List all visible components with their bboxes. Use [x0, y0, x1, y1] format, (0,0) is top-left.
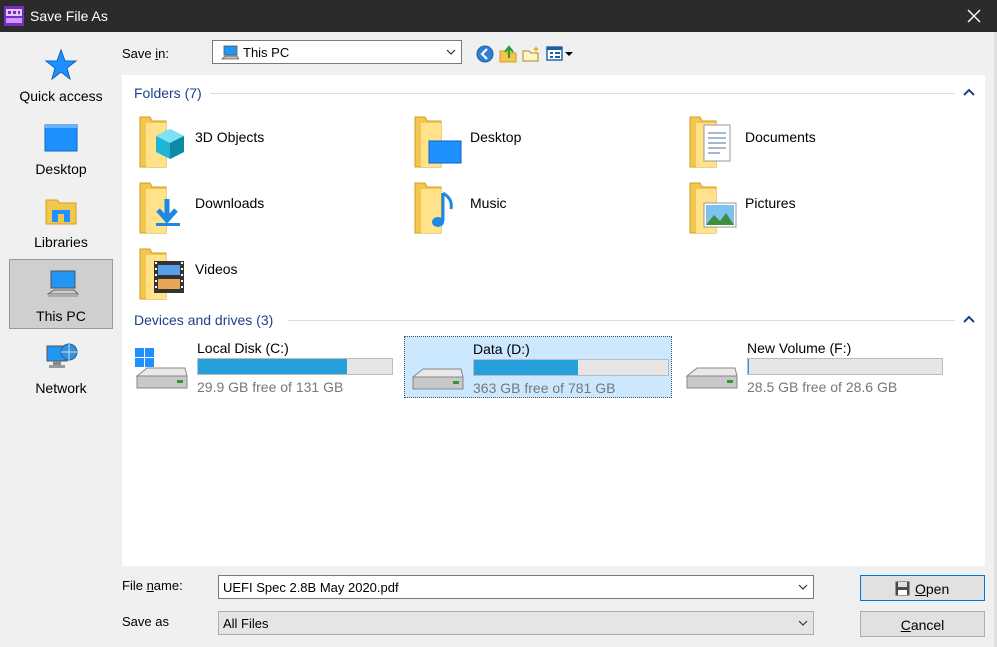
up-folder-button[interactable] [498, 44, 520, 64]
folder-name: Music [470, 195, 507, 211]
folder-name: Downloads [195, 195, 265, 211]
videos-folder-icon [138, 243, 188, 303]
places-bar: Quick access Desktop Libraries This PC N… [6, 40, 118, 396]
file-list-view[interactable]: Folders (7) 3D Objects Desktop Documents… [122, 75, 985, 566]
view-menu-button[interactable] [545, 44, 575, 64]
computer-icon [45, 268, 80, 302]
save-in-value: This PC [243, 45, 290, 60]
drives-group-header[interactable]: Devices and drives (3) [134, 312, 273, 328]
close-icon [967, 9, 981, 23]
folder-item[interactable]: Videos [122, 243, 392, 305]
hex-editor-app-icon [4, 6, 24, 26]
close-button[interactable] [951, 0, 997, 32]
place-libraries[interactable]: Libraries [9, 186, 113, 256]
drive-icon [683, 346, 739, 394]
cancel-button-label: Cancel [900, 617, 945, 633]
drive-name: Local Disk (C:) [197, 340, 289, 356]
cancel-button[interactable]: Cancel [860, 611, 985, 637]
network-icon [44, 340, 78, 374]
computer-icon [221, 45, 239, 60]
save-in-label: Save in: [122, 46, 169, 61]
window-title: Save File As [30, 8, 108, 24]
back-button[interactable] [475, 44, 497, 64]
drive-item-f[interactable]: New Volume (F:) 28.5 GB free of 28.6 GB [679, 336, 947, 398]
title-bar: Save File As [0, 0, 997, 32]
drive-usage-fill [748, 359, 749, 374]
place-label: This PC [36, 308, 86, 324]
drive-icon [409, 347, 465, 395]
new-folder-button[interactable] [521, 44, 543, 64]
group-divider [288, 320, 955, 321]
file-name-label: File name: [122, 578, 183, 593]
drive-usage-fill [474, 360, 578, 375]
folder-item[interactable]: 3D Objects [122, 111, 392, 173]
folders-group-header[interactable]: Folders (7) [134, 85, 202, 101]
desktop-folder-icon [413, 111, 463, 171]
folder-name: Videos [195, 261, 238, 277]
folder-name: Documents [745, 129, 816, 145]
folder-name: 3D Objects [195, 129, 265, 145]
music-folder-icon [413, 177, 463, 237]
drive-free-space: 29.9 GB free of 131 GB [197, 379, 344, 395]
drive-name: New Volume (F:) [747, 340, 852, 356]
place-quick-access[interactable]: Quick access [9, 40, 113, 110]
pictures-folder-icon [688, 177, 738, 237]
windows-drive-icon [133, 346, 189, 394]
folder-item[interactable]: Pictures [672, 177, 942, 239]
floppy-disk-icon [895, 581, 910, 596]
drive-free-space: 28.5 GB free of 28.6 GB [747, 379, 898, 395]
place-label: Quick access [19, 88, 103, 104]
place-network[interactable]: Network [9, 332, 113, 402]
drive-usage-bar [197, 358, 393, 375]
downloads-folder-icon [138, 177, 188, 237]
file-name-combo[interactable] [218, 575, 814, 599]
drive-usage-bar [747, 358, 943, 375]
folder-item[interactable]: Documents [672, 111, 942, 173]
3d-objects-folder-icon [138, 111, 188, 171]
drive-free-space: 363 GB free of 781 GB [473, 380, 616, 396]
new-folder-icon [522, 46, 539, 62]
view-menu-icon [546, 46, 573, 61]
place-this-pc[interactable]: This PC [9, 259, 113, 329]
open-button-label: Open [915, 581, 950, 597]
chevron-down-icon[interactable] [797, 581, 809, 593]
drive-usage-fill [198, 359, 348, 374]
folder-item[interactable]: Music [397, 177, 667, 239]
chevron-down-icon [798, 620, 808, 626]
documents-folder-icon [688, 111, 738, 171]
folder-name: Desktop [470, 129, 522, 145]
place-label: Desktop [35, 161, 87, 177]
folder-name: Pictures [745, 195, 796, 211]
drive-usage-bar [473, 359, 669, 376]
chevron-up-icon[interactable] [963, 87, 975, 97]
up-folder-icon [499, 45, 517, 63]
drive-item-d[interactable]: Data (D:) 363 GB free of 781 GB [404, 336, 672, 398]
place-desktop[interactable]: Desktop [9, 113, 113, 183]
libraries-icon [44, 194, 78, 228]
chevron-up-icon[interactable] [963, 314, 975, 324]
back-arrow-icon [476, 45, 494, 63]
folder-item[interactable]: Desktop [397, 111, 667, 173]
save-as-type-value: All Files [223, 616, 269, 631]
group-divider [210, 93, 955, 94]
star-icon [44, 48, 78, 82]
desktop-icon [44, 121, 78, 155]
place-label: Network [35, 380, 87, 396]
save-as-type-combo[interactable]: All Files [218, 611, 814, 635]
folder-item[interactable]: Downloads [122, 177, 392, 239]
place-label: Libraries [34, 234, 88, 250]
save-in-combo[interactable]: This PC [212, 40, 462, 64]
drive-item-c[interactable]: Local Disk (C:) 29.9 GB free of 131 GB [129, 336, 397, 398]
chevron-down-icon [446, 49, 456, 55]
file-name-input[interactable] [221, 578, 781, 596]
open-button[interactable]: Open [860, 575, 985, 601]
save-as-label: Save as [122, 614, 169, 629]
drive-name: Data (D:) [473, 341, 530, 357]
